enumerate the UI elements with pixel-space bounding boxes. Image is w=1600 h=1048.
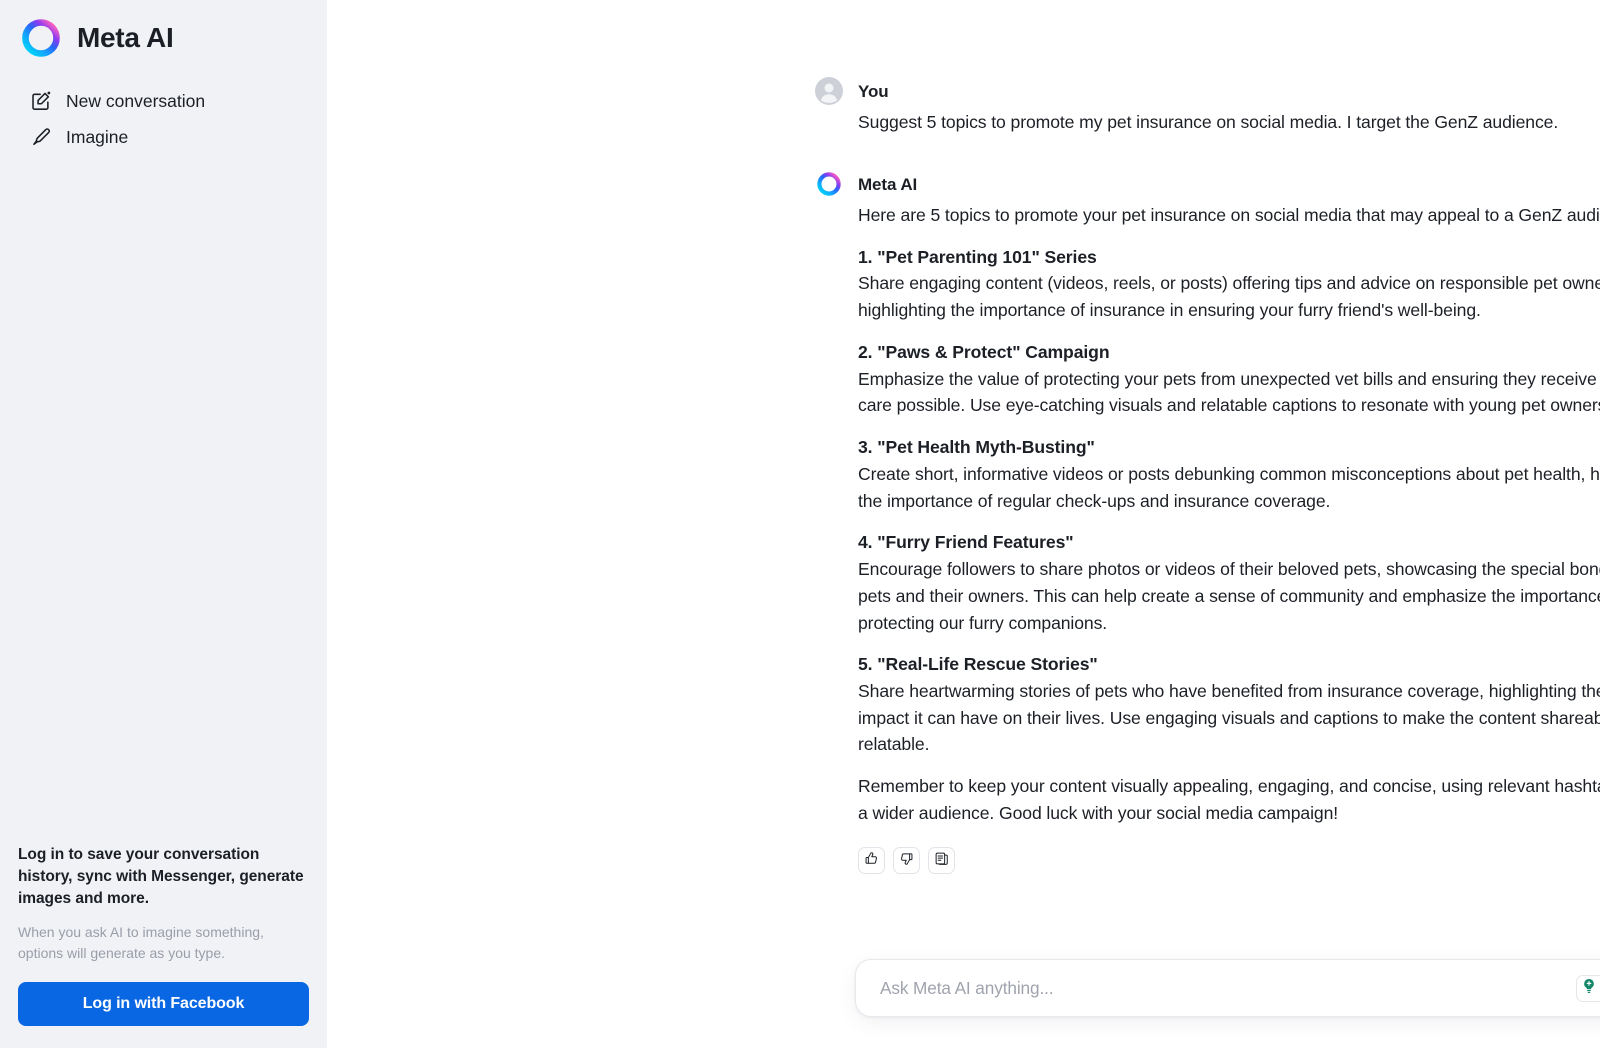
topic-body: Share engaging content (videos, reels, o… xyxy=(858,273,1600,321)
topic-section: 5. "Real-Life Rescue Stories" Share hear… xyxy=(858,651,1600,758)
topic-title: 4. "Furry Friend Features" xyxy=(858,532,1074,553)
log-in-with-facebook-button[interactable]: Log in with Facebook xyxy=(18,982,309,1026)
grammarly-extension-pill[interactable] xyxy=(1576,974,1600,1002)
sidebar-item-label: New conversation xyxy=(66,90,206,111)
conversation-thread: You Suggest 5 topics to promote my pet i… xyxy=(327,0,1600,1048)
login-prompt-subtitle: When you ask AI to imagine something, op… xyxy=(18,924,264,961)
topic-body: Encourage followers to share photos or v… xyxy=(858,559,1600,633)
login-prompt-title: Log in to save your conversation history… xyxy=(18,846,304,908)
paintbrush-icon xyxy=(30,126,52,148)
thumbs-up-button[interactable] xyxy=(858,846,885,874)
topic-section: 2. "Paws & Protect" Campaign Emphasize t… xyxy=(858,339,1600,419)
meta-ai-ring-logo-icon xyxy=(815,170,843,198)
topic-title: 1. "Pet Parenting 101" Series xyxy=(858,246,1097,267)
message-assistant: Meta AI Here are 5 topics to promote you… xyxy=(815,169,1600,874)
thumbs-down-button[interactable] xyxy=(893,846,920,874)
sidebar: Meta AI New conversation Imagine Log in … xyxy=(0,0,327,1048)
topic-body: Emphasize the value of protecting your p… xyxy=(858,368,1600,416)
thumbs-down-icon xyxy=(899,851,914,869)
message-feedback-toolbar xyxy=(858,846,1600,874)
message-author: Meta AI xyxy=(858,174,918,194)
main-content: You Suggest 5 topics to promote my pet i… xyxy=(327,0,1600,1048)
topic-body: Share heartwarming stories of pets who h… xyxy=(858,681,1600,755)
topic-body: Create short, informative videos or post… xyxy=(858,463,1600,511)
app-root: Meta AI New conversation Imagine Log in … xyxy=(0,0,1600,1048)
copy-icon xyxy=(934,851,949,869)
user-avatar-icon xyxy=(815,77,843,105)
message-author: You xyxy=(858,81,889,101)
grammarly-lightbulb-icon[interactable] xyxy=(1580,977,1598,1000)
assistant-intro-text: Here are 5 topics to promote your pet in… xyxy=(858,205,1600,225)
topic-title: 3. "Pet Health Myth-Busting" xyxy=(858,437,1095,458)
message-header: Meta AI xyxy=(815,169,1600,199)
sidebar-item-new-conversation[interactable]: New conversation xyxy=(10,83,317,119)
message-header: You xyxy=(815,76,1600,106)
message-body: Suggest 5 topics to promote my pet insur… xyxy=(858,109,1600,136)
user-message-text: Suggest 5 topics to promote my pet insur… xyxy=(858,112,1559,132)
topic-title: 2. "Paws & Protect" Campaign xyxy=(858,341,1110,362)
sidebar-item-label: Imagine xyxy=(66,126,129,147)
meta-ai-ring-logo-icon xyxy=(18,15,64,61)
brand: Meta AI xyxy=(0,0,327,61)
topic-title: 5. "Real-Life Rescue Stories" xyxy=(858,654,1098,675)
compose-icon xyxy=(30,90,52,112)
topic-section: 3. "Pet Health Myth-Busting" Create shor… xyxy=(858,434,1600,514)
login-prompt: Log in to save your conversation history… xyxy=(0,844,327,1048)
thumbs-up-icon xyxy=(864,851,879,869)
brand-title: Meta AI xyxy=(77,22,174,53)
sidebar-item-imagine[interactable]: Imagine xyxy=(10,119,317,155)
composer-input[interactable] xyxy=(856,960,1576,1016)
copy-button[interactable] xyxy=(928,846,955,874)
topic-section: 1. "Pet Parenting 101" Series Share enga… xyxy=(858,244,1600,324)
composer xyxy=(855,959,1600,1017)
sidebar-nav: New conversation Imagine xyxy=(0,83,327,155)
topic-section: 4. "Furry Friend Features" Encourage fol… xyxy=(858,529,1600,636)
message-body: Here are 5 topics to promote your pet in… xyxy=(858,202,1600,827)
assistant-outro-text: Remember to keep your content visually a… xyxy=(858,776,1600,823)
message-user: You Suggest 5 topics to promote my pet i… xyxy=(815,76,1600,136)
